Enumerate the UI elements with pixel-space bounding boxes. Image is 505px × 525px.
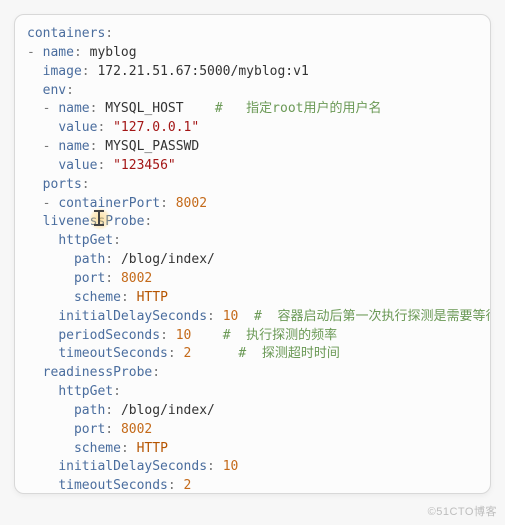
key-containers: containers [27,26,105,41]
val-name: myblog [90,45,137,60]
key-readiness: readinessProbe [43,365,153,380]
val-image: 172.21.51.67:5000/myblog:v1 [97,64,308,79]
watermark-text: ©51CTO博客 [428,503,497,519]
key-ports: ports [43,177,82,192]
comment-root: # 指定root用户的用户名 [215,101,382,116]
key-image: image [43,64,82,79]
code-card: containers: - name: myblog image: 172.21… [14,14,491,494]
key-name: name [43,45,74,60]
key-liveness: livenessProbe [43,214,145,229]
key-env: env [43,83,66,98]
yaml-code-block: containers: - name: myblog image: 172.21… [27,25,478,494]
